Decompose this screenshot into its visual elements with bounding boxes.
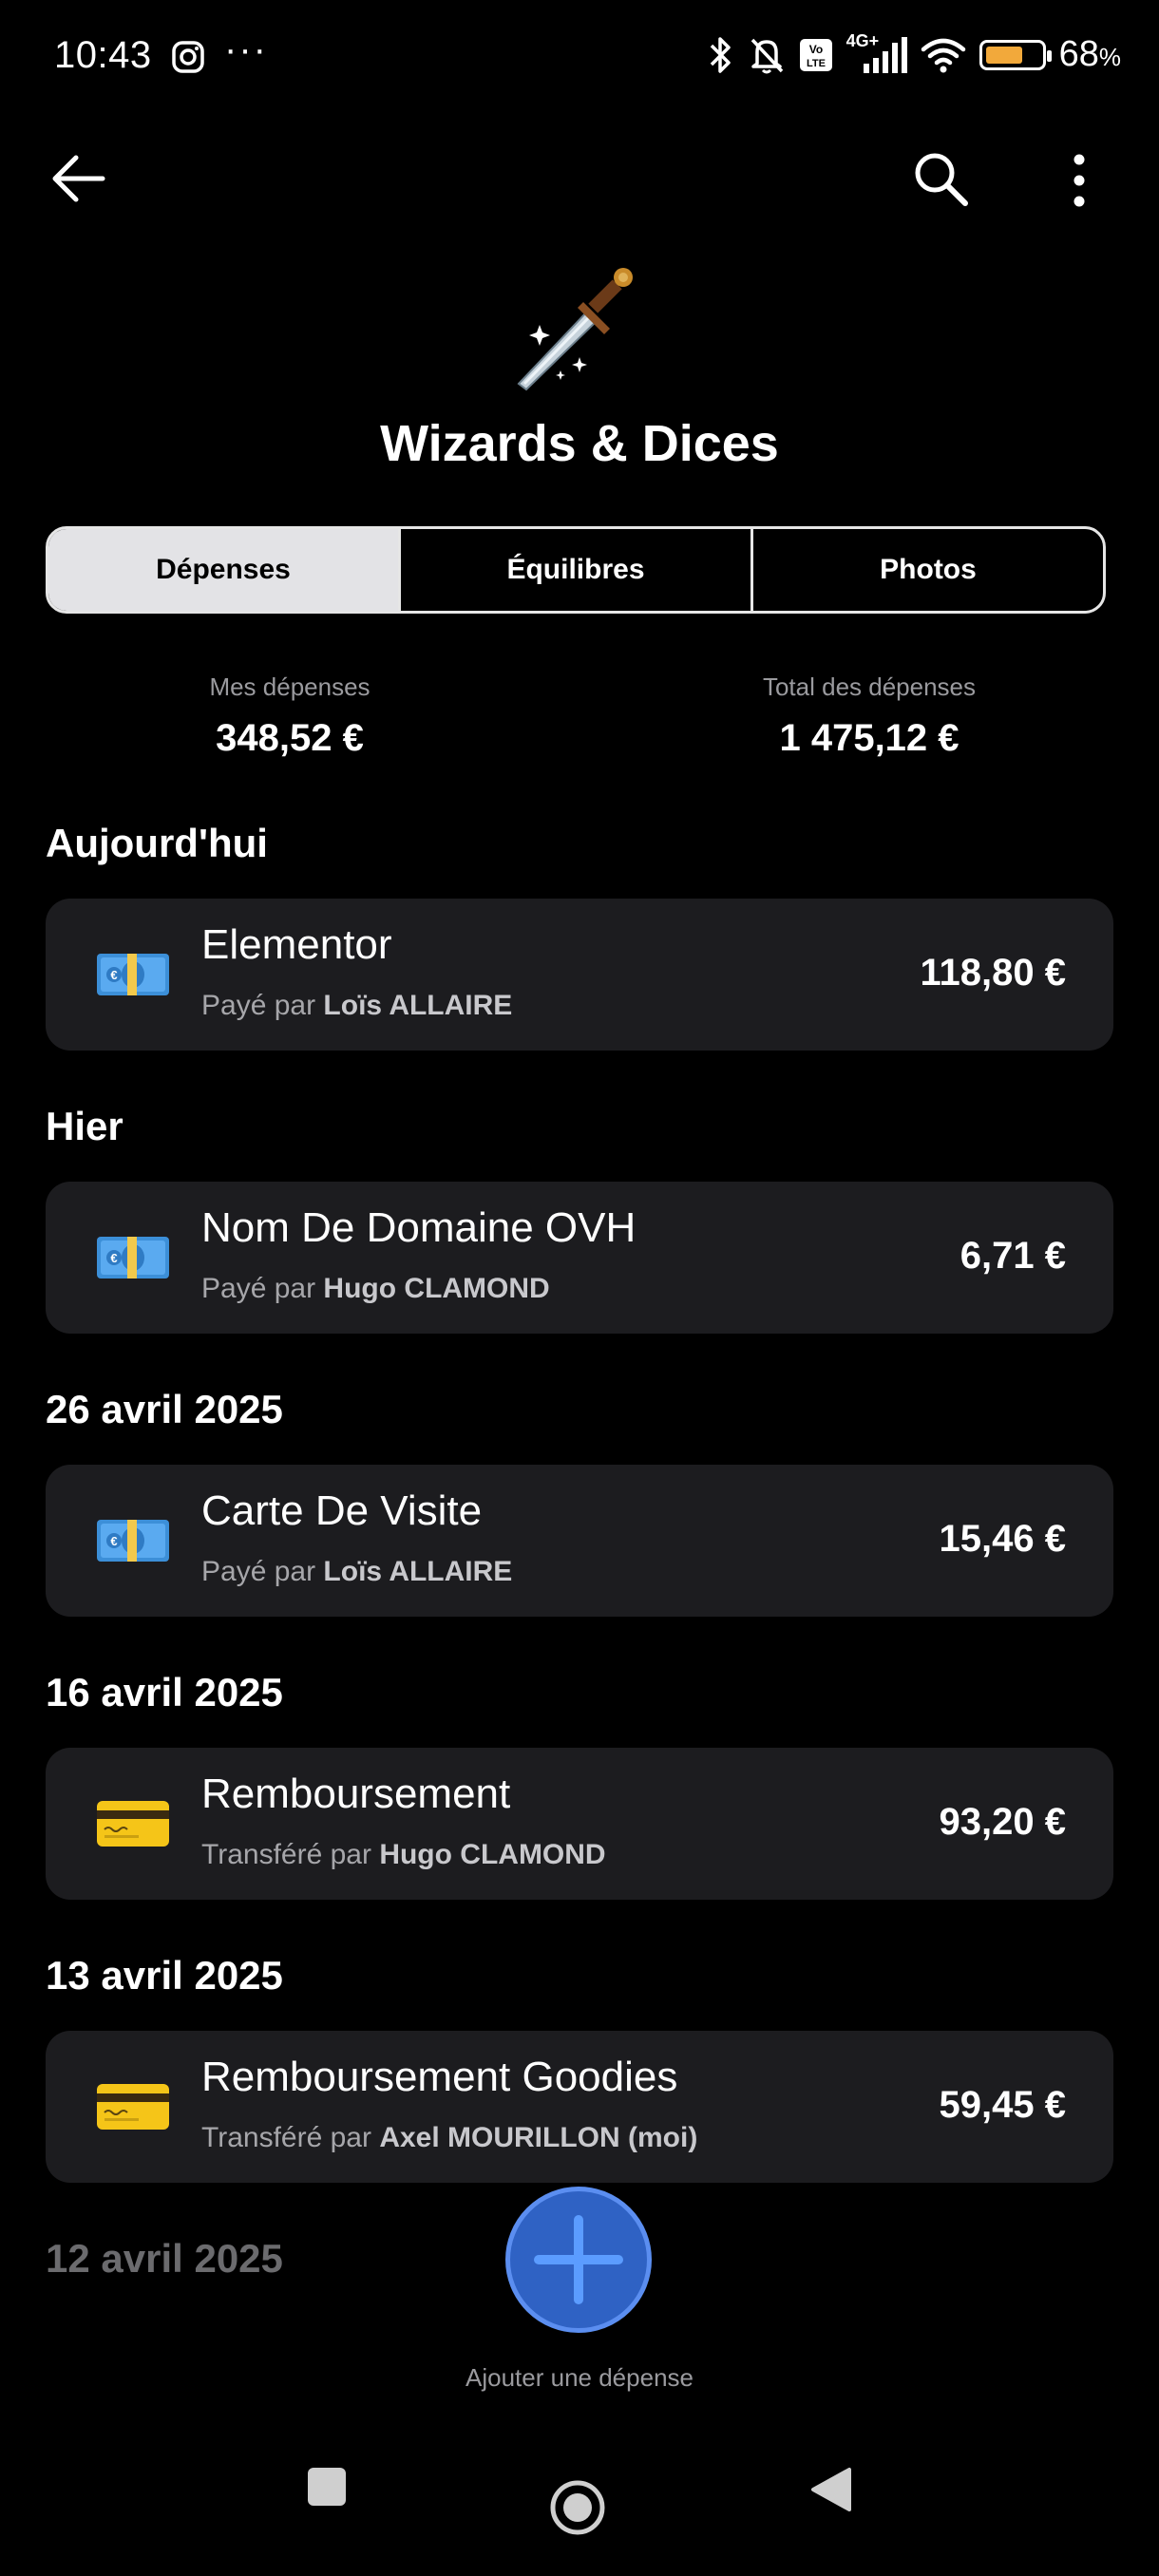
expense-card[interactable]: € Carte De Visite Payé par Loïs ALLAIRE … bbox=[46, 1465, 1113, 1617]
tab-bar: Dépenses Équilibres Photos bbox=[46, 526, 1106, 614]
expense-payer: Payé par Loïs ALLAIRE bbox=[201, 990, 513, 1021]
transfer-sender: Transféré par Axel MOURILLON (moi) bbox=[201, 2122, 698, 2153]
section-date: 16 avril 2025 bbox=[46, 1670, 283, 1714]
back-arrow-icon[interactable] bbox=[49, 152, 106, 205]
section-date: 12 avril 2025 bbox=[46, 2236, 283, 2281]
svg-text:€: € bbox=[110, 1534, 117, 1548]
total-expenses-label: Total des dépenses bbox=[762, 672, 977, 701]
back-triangle-icon[interactable] bbox=[809, 2466, 853, 2513]
tab-photos[interactable]: Photos bbox=[753, 529, 1103, 611]
expense-amount: 15,46 € bbox=[939, 1518, 1066, 1560]
my-expenses-value: 348,52 € bbox=[216, 717, 364, 759]
transfer-name: Remboursement bbox=[201, 1771, 511, 1817]
status-bar: 10:43 ··· Vo LTE 4G+ 68% bbox=[0, 0, 1159, 114]
volte-icon: Vo LTE bbox=[799, 38, 832, 71]
transfer-card[interactable]: Remboursement Transféré par Hugo CLAMOND… bbox=[46, 1748, 1113, 1900]
my-expenses-summary: Mes dépenses 348,52 € bbox=[100, 672, 480, 760]
svg-text:€: € bbox=[110, 1251, 117, 1265]
credit-card-icon bbox=[97, 1801, 169, 1847]
instagram-icon bbox=[172, 41, 204, 73]
banknote-icon: € bbox=[97, 1237, 169, 1279]
transfer-amount: 93,20 € bbox=[939, 1801, 1066, 1843]
dagger-sparkles-icon bbox=[517, 268, 633, 391]
bell-muted-icon bbox=[750, 38, 783, 73]
expense-payer: Payé par Hugo CLAMOND bbox=[201, 1273, 550, 1304]
total-expenses-summary: Total des dépenses 1 475,12 € bbox=[679, 672, 1059, 760]
banknote-icon: € bbox=[97, 954, 169, 995]
transfer-card[interactable]: Remboursement Goodies Transféré par Axel… bbox=[46, 2031, 1113, 2183]
tab-depenses[interactable]: Dépenses bbox=[48, 529, 401, 611]
transfer-amount: 59,45 € bbox=[939, 2084, 1066, 2126]
transfer-name: Remboursement Goodies bbox=[201, 2054, 678, 2100]
recents-square-icon[interactable] bbox=[306, 2466, 348, 2508]
svg-text:LTE: LTE bbox=[807, 58, 826, 69]
search-icon[interactable] bbox=[912, 150, 969, 207]
my-expenses-label: Mes dépenses bbox=[209, 672, 370, 701]
tab-equilibres[interactable]: Équilibres bbox=[401, 529, 753, 611]
expense-name: Nom De Domaine OVH bbox=[201, 1204, 636, 1251]
section-date: Hier bbox=[46, 1104, 124, 1148]
svg-text:€: € bbox=[110, 968, 117, 982]
total-expenses-value: 1 475,12 € bbox=[779, 717, 960, 759]
add-expense-label: Ajouter une dépense bbox=[466, 2363, 694, 2392]
more-vertical-icon[interactable] bbox=[1062, 152, 1096, 209]
status-icons: Vo LTE 4G+ 68% bbox=[706, 31, 1121, 75]
battery-percent: 68% bbox=[1058, 34, 1121, 74]
section-date: Aujourd'hui bbox=[46, 821, 268, 865]
bluetooth-icon bbox=[710, 36, 731, 73]
expense-name: Elementor bbox=[201, 921, 392, 968]
add-expense-button[interactable] bbox=[505, 2187, 652, 2333]
expense-amount: 6,71 € bbox=[960, 1235, 1066, 1277]
signal-icon: 4G+ bbox=[846, 31, 907, 75]
section-date: 26 avril 2025 bbox=[46, 1387, 283, 1431]
home-circle-icon[interactable] bbox=[549, 2479, 606, 2536]
expense-name: Carte De Visite bbox=[201, 1487, 483, 1534]
expense-amount: 118,80 € bbox=[920, 952, 1067, 994]
group-title: Wizards & Dices bbox=[380, 415, 779, 472]
plus-icon bbox=[534, 2215, 623, 2304]
section-date: 13 avril 2025 bbox=[46, 1953, 283, 1998]
status-time: 10:43 bbox=[54, 34, 152, 76]
transfer-sender: Transféré par Hugo CLAMOND bbox=[201, 1839, 606, 1870]
battery-icon bbox=[978, 39, 1052, 70]
wifi-icon bbox=[921, 38, 965, 72]
expense-card[interactable]: € Elementor Payé par Loïs ALLAIRE 118,80… bbox=[46, 899, 1113, 1051]
expense-card[interactable]: € Nom De Domaine OVH Payé par Hugo CLAMO… bbox=[46, 1182, 1113, 1334]
more-notifications-icon: ··· bbox=[224, 28, 268, 70]
expense-payer: Payé par Loïs ALLAIRE bbox=[201, 1556, 513, 1587]
banknote-icon: € bbox=[97, 1520, 169, 1562]
credit-card-icon bbox=[97, 2084, 169, 2130]
svg-text:Vo: Vo bbox=[808, 43, 822, 56]
